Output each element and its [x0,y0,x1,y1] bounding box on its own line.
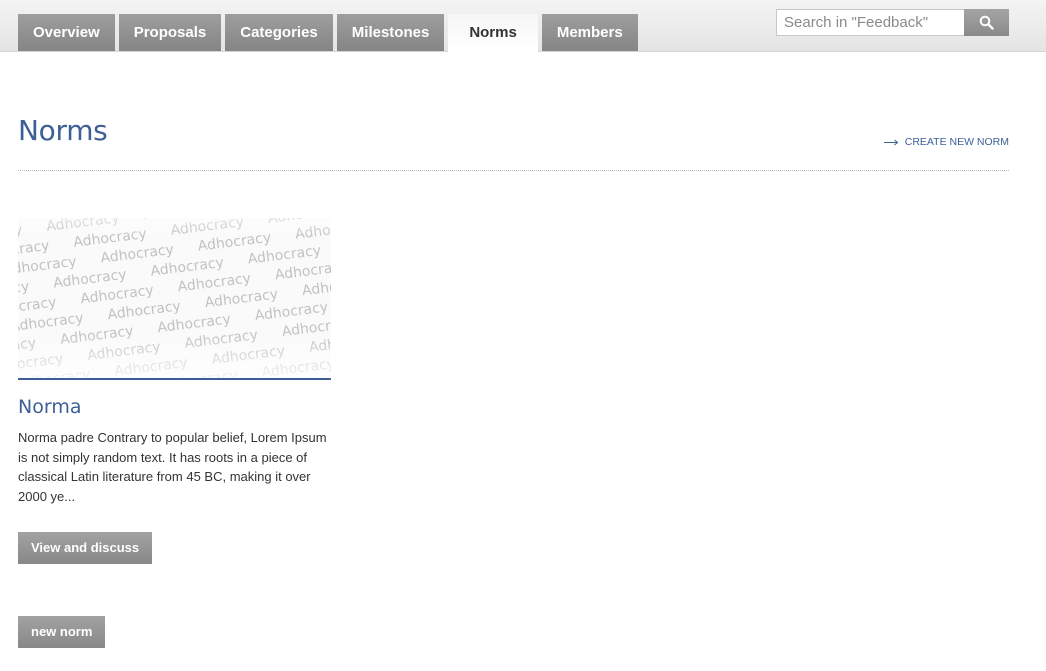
title-divider [18,170,1009,171]
search-form [776,9,1009,36]
create-new-norm-link[interactable]: CREATE NEW NORM [883,136,1009,148]
new-norm-button[interactable]: new norm [18,616,106,648]
norm-card-image[interactable]: AdhocracyAdhocracyAdhocracyAdhocracyAdho… [18,218,331,380]
tab-categories[interactable]: Categories [225,14,333,51]
tab-proposals[interactable]: Proposals [118,14,222,51]
adhocracy-pattern-image: AdhocracyAdhocracyAdhocracyAdhocracyAdho… [18,218,331,378]
search-input[interactable] [776,9,964,36]
norm-card-title[interactable]: Norma [18,396,81,418]
tab-norms[interactable]: Norms [448,14,538,52]
main-tabs: Overview Proposals Categories Milestones… [18,14,638,52]
norm-card-excerpt: Norma padre Contrary to popular belief, … [18,430,327,504]
search-icon [979,15,994,30]
long-arrow-right-icon [883,139,899,145]
top-navigation-bar: Overview Proposals Categories Milestones… [0,0,1046,52]
tab-milestones[interactable]: Milestones [336,14,445,51]
tab-members[interactable]: Members [541,14,638,51]
search-button[interactable] [964,9,1009,36]
create-new-norm-label: CREATE NEW NORM [904,136,1009,148]
page-title: Norms [18,114,108,147]
view-and-discuss-button[interactable]: View and discuss [18,532,153,564]
tab-overview[interactable]: Overview [18,14,115,51]
